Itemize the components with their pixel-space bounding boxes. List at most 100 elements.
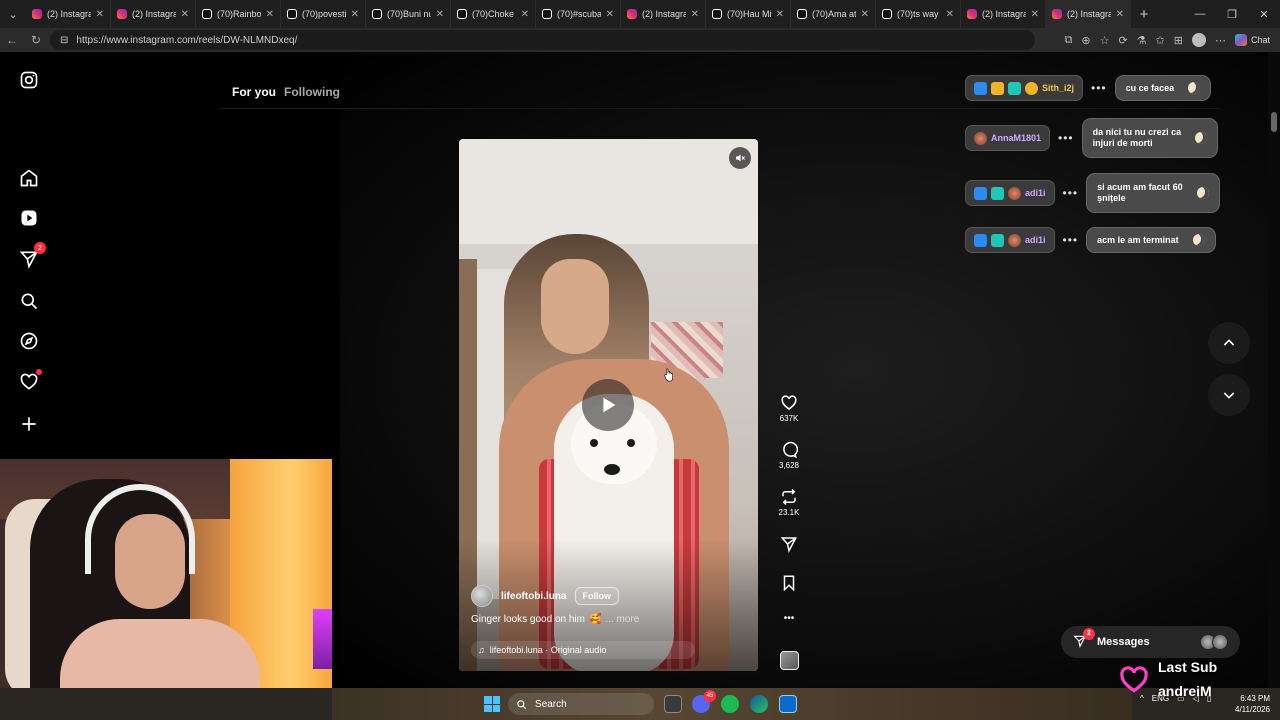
repost-button[interactable]: 23.1K: [772, 488, 806, 517]
edge-icon[interactable]: [750, 695, 768, 713]
home-icon[interactable]: [18, 167, 40, 189]
close-tab-icon[interactable]: ✕: [1116, 9, 1124, 20]
mute-button[interactable]: [729, 147, 751, 169]
browser-tab[interactable]: (2) Instagram ✕: [621, 0, 706, 28]
play-icon: [603, 397, 616, 413]
close-tab-icon[interactable]: ✕: [181, 9, 189, 20]
browser-tab[interactable]: (70)Hau Mia ✕: [706, 0, 791, 28]
tiktok-icon: [287, 9, 297, 19]
spotify-icon[interactable]: [721, 695, 739, 713]
chat-dots: •••: [1062, 233, 1079, 247]
close-tab-icon[interactable]: ✕: [776, 9, 784, 20]
previous-reel-button[interactable]: [1208, 322, 1250, 364]
feed-tabs: For you Following: [232, 85, 340, 99]
instagram-logo-icon[interactable]: [18, 69, 40, 91]
follow-button[interactable]: Follow: [574, 587, 620, 605]
windows-start-icon[interactable]: [484, 696, 500, 712]
tab-label: (70)#scuba #: [557, 9, 601, 19]
favorite-star-icon[interactable]: ☆: [1100, 34, 1110, 47]
caption-text: Ginger looks good on him: [471, 614, 585, 625]
owner-username[interactable]: lifeoftobi.luna: [501, 591, 567, 602]
create-icon[interactable]: [18, 413, 40, 435]
browser-tab[interactable]: (70)ts way to ✕: [876, 0, 961, 28]
browser-tab-active[interactable]: (2) Instagram ✕: [1046, 0, 1131, 28]
reels-icon[interactable]: [18, 207, 40, 229]
profile-avatar[interactable]: [1191, 33, 1206, 47]
site-info-icon[interactable]: ⊟: [60, 35, 68, 46]
taskbar-search[interactable]: Search: [508, 693, 654, 715]
owner-avatar[interactable]: [471, 585, 493, 607]
chat-label: Chat: [1250, 35, 1270, 45]
reload-icon[interactable]: ↻: [24, 28, 48, 52]
refresh-icon[interactable]: ⟳: [1118, 34, 1127, 47]
messages-button[interactable]: 2 Messages: [1061, 626, 1240, 658]
discord-icon[interactable]: 45: [692, 690, 716, 713]
app-available-icon[interactable]: ⧉: [1065, 34, 1073, 47]
app-icon[interactable]: [779, 695, 797, 713]
caption-emoji: 🥰: [588, 614, 602, 625]
extensions-icon[interactable]: ⚗: [1137, 34, 1147, 47]
browser-tab[interactable]: (70)#scuba # ✕: [536, 0, 621, 28]
close-tab-icon[interactable]: ✕: [1031, 9, 1039, 20]
close-tab-icon[interactable]: ✕: [691, 9, 699, 20]
tab-for-you[interactable]: For you: [232, 85, 276, 99]
username-text: AnnaM1801: [991, 133, 1042, 143]
explore-icon[interactable]: [18, 330, 40, 352]
next-reel-button[interactable]: [1208, 374, 1250, 416]
tab-following[interactable]: Following: [284, 85, 340, 99]
discord-badge: 45: [704, 690, 716, 702]
close-tab-icon[interactable]: ✕: [861, 9, 869, 20]
send-icon: [780, 537, 797, 553]
collections-icon[interactable]: ⊞: [1174, 34, 1183, 47]
username-text: adi1i: [1025, 235, 1046, 245]
search-icon[interactable]: [18, 290, 40, 312]
audio-thumbnail[interactable]: [780, 651, 799, 670]
close-tab-icon[interactable]: ✕: [606, 9, 614, 20]
zoom-icon[interactable]: ⊕: [1081, 34, 1090, 47]
heart-icon: [1120, 666, 1148, 693]
browser-tab[interactable]: (2) Instagram ✕: [111, 0, 196, 28]
save-button[interactable]: [772, 574, 806, 592]
back-icon[interactable]: ←: [0, 28, 24, 52]
comment-button[interactable]: 3,628: [772, 441, 806, 470]
more-options-button[interactable]: •••: [772, 613, 806, 624]
more-menu-icon[interactable]: ⋯: [1215, 34, 1226, 47]
close-window-icon[interactable]: ✕: [1248, 0, 1280, 28]
scrollbar-thumb[interactable]: [1271, 112, 1277, 132]
url-field[interactable]: ⊟ https://www.instagram.com/reels/DW-NLM…: [50, 30, 1035, 50]
share-button[interactable]: [772, 535, 806, 553]
close-tab-icon[interactable]: ✕: [946, 9, 954, 20]
tab-actions-icon[interactable]: ⌄: [0, 0, 26, 28]
close-tab-icon[interactable]: ✕: [436, 9, 444, 20]
like-button[interactable]: 637K: [772, 394, 806, 423]
close-tab-icon[interactable]: ✕: [96, 9, 104, 20]
browser-tab[interactable]: (70)Rainbow ✕: [196, 0, 281, 28]
browser-tab[interactable]: (2) Instagram ✕: [961, 0, 1046, 28]
last-sub-overlay: Last Sub andreiM: [1118, 656, 1268, 706]
close-tab-icon[interactable]: ✕: [266, 9, 274, 20]
minimize-icon[interactable]: —: [1184, 0, 1216, 28]
maximize-icon[interactable]: ❐: [1216, 0, 1248, 28]
browser-tab[interactable]: (70)povesti d ✕: [281, 0, 366, 28]
browser-tab[interactable]: (70)Ama at A ✕: [791, 0, 876, 28]
scrollbar[interactable]: [1268, 52, 1280, 688]
notifications-heart-icon[interactable]: [18, 369, 42, 393]
tiktok-icon: [882, 9, 892, 19]
audio-link[interactable]: ♫ lifeoftobi.luna · Original audio: [471, 641, 695, 659]
copilot-chat-button[interactable]: Chat: [1234, 34, 1270, 46]
browser-tab[interactable]: (70)Choke w ✕: [451, 0, 536, 28]
chat-message-line: si acum am facut 60: [1097, 182, 1183, 192]
more-link[interactable]: ... more: [605, 614, 639, 625]
messages-icon[interactable]: 2: [18, 242, 46, 270]
close-tab-icon[interactable]: ✕: [351, 9, 359, 20]
favorites-icon[interactable]: ✩: [1156, 34, 1165, 47]
browser-tab[interactable]: (2) Instagram ✕: [26, 0, 111, 28]
new-tab-button[interactable]: +: [1131, 6, 1157, 23]
tab-label: (2) Instagram: [47, 9, 91, 19]
browser-tab[interactable]: (70)Buni nu s ✕: [366, 0, 451, 28]
task-view-icon[interactable]: [664, 695, 682, 713]
chat-message-line: șnițele: [1097, 193, 1126, 203]
search-label: Search: [535, 698, 567, 710]
play-button[interactable]: [582, 379, 634, 431]
close-tab-icon[interactable]: ✕: [521, 9, 529, 20]
